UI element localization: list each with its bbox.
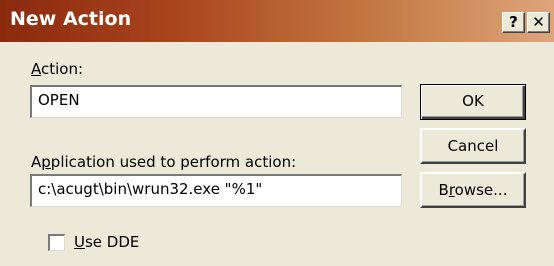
help-icon: ? <box>509 13 518 31</box>
ok-button[interactable]: OK <box>420 84 526 120</box>
use-dde-label[interactable]: Use DDE <box>74 233 139 251</box>
help-button[interactable]: ? <box>502 12 525 33</box>
close-icon: ✕ <box>532 13 545 31</box>
close-button[interactable]: ✕ <box>527 12 550 33</box>
cancel-button[interactable]: Cancel <box>420 128 526 164</box>
title-bar: New Action ? ✕ <box>0 0 554 42</box>
action-label: Action: <box>31 60 84 78</box>
cancel-button-label: Cancel <box>447 137 499 155</box>
application-input-value: c:\acugt\bin\wrun32.exe "%1" <box>38 180 263 198</box>
browse-button[interactable]: Browse... <box>420 172 526 208</box>
window-title: New Action <box>10 8 132 30</box>
application-label: Application used to perform action: <box>31 153 297 171</box>
action-input[interactable]: OPEN <box>30 85 402 118</box>
application-input[interactable]: c:\acugt\bin\wrun32.exe "%1" <box>30 174 402 207</box>
action-input-value: OPEN <box>38 91 80 109</box>
ok-button-label: OK <box>462 92 484 110</box>
use-dde-checkbox[interactable] <box>48 234 65 251</box>
